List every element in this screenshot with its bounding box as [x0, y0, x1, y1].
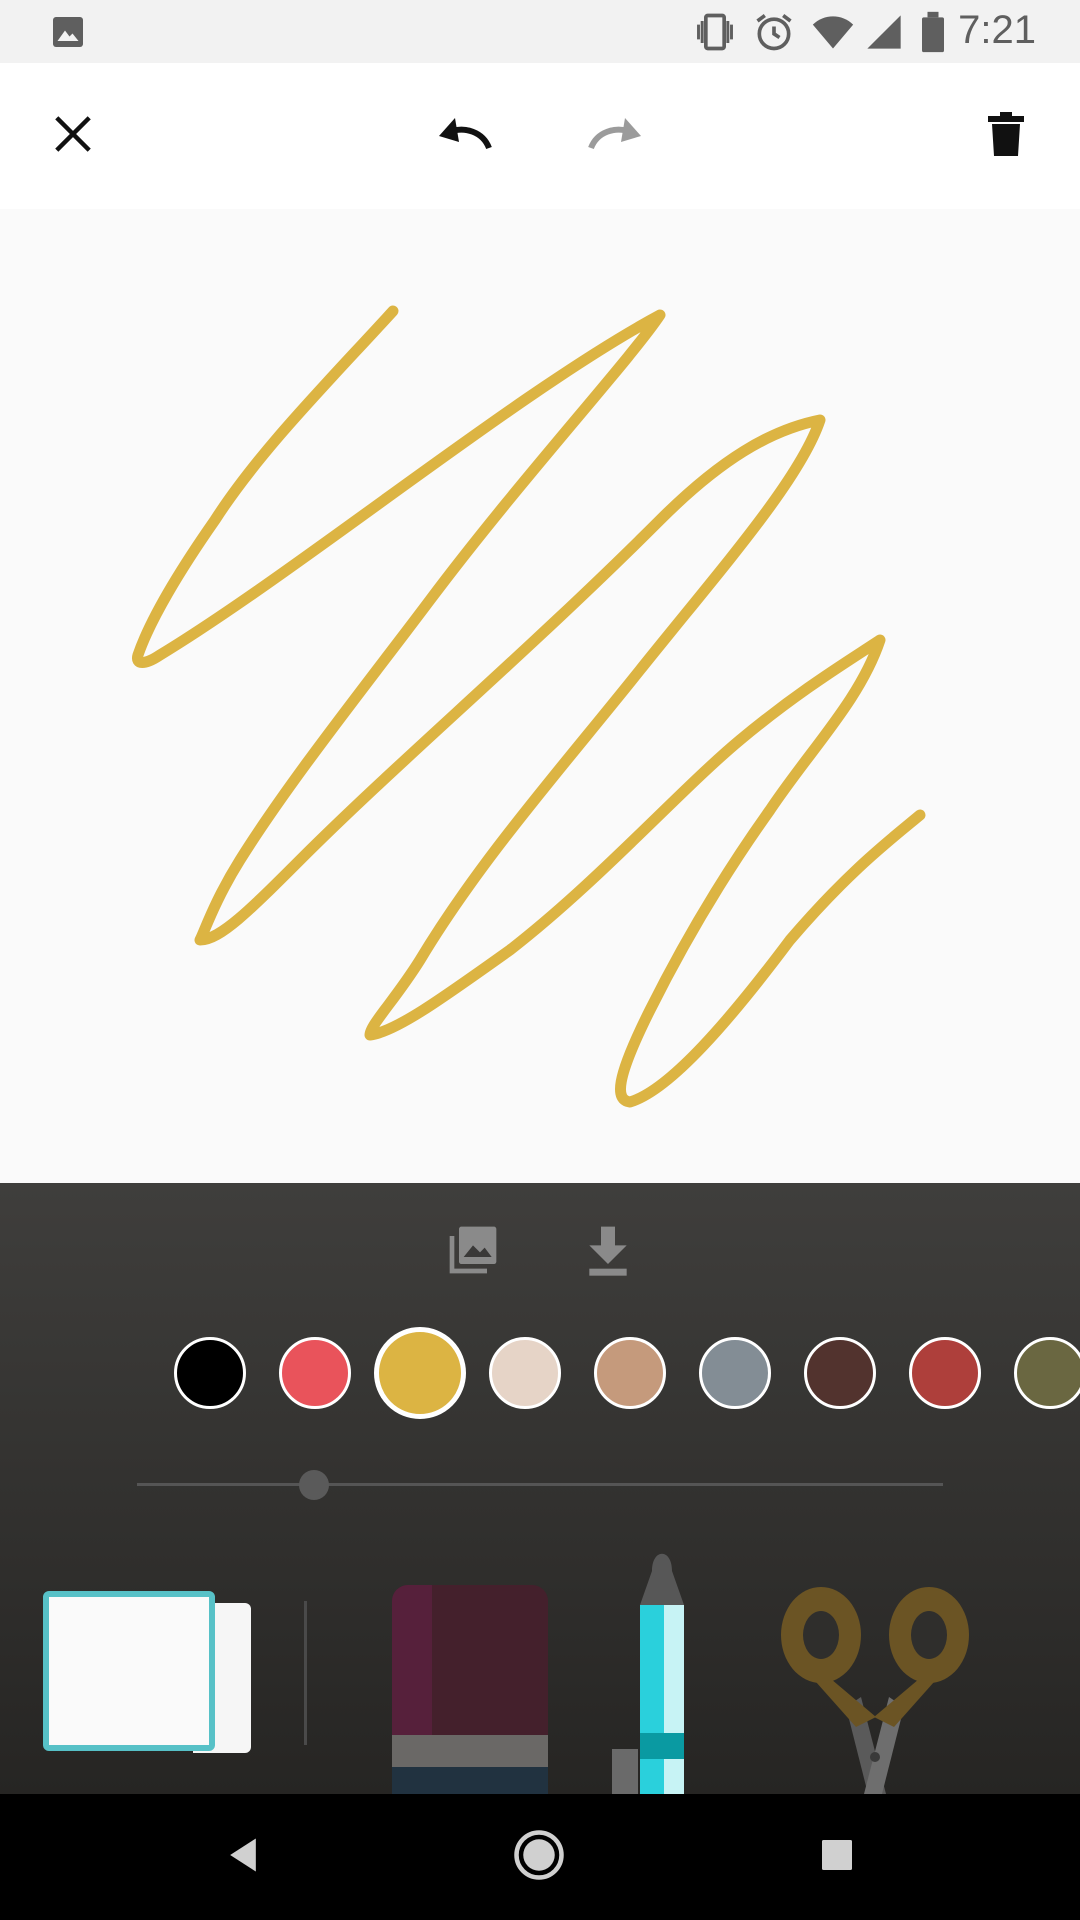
undo-button[interactable]	[432, 103, 498, 169]
add-image-button[interactable]	[438, 1217, 508, 1287]
scissors-tool[interactable]	[776, 1587, 974, 1794]
home-button[interactable]	[506, 1824, 572, 1890]
trash-icon	[986, 110, 1026, 163]
battery-icon	[918, 10, 948, 59]
wifi-icon	[808, 10, 858, 59]
close-icon	[51, 112, 95, 161]
vibrate-icon	[692, 10, 738, 59]
color-swatch[interactable]	[1014, 1337, 1080, 1409]
color-swatch[interactable]	[699, 1337, 771, 1409]
marker-cap	[392, 1767, 548, 1794]
redo-icon	[585, 114, 645, 159]
download-button[interactable]	[573, 1217, 643, 1287]
drawing-canvas[interactable]	[0, 209, 1080, 1183]
brush-size-slider[interactable]	[137, 1483, 943, 1486]
eraser-tool[interactable]	[43, 1591, 261, 1753]
drawing-toolbar	[0, 63, 1080, 209]
back-icon	[221, 1833, 265, 1882]
marker-band	[392, 1735, 548, 1767]
clock-time: 7:21	[958, 8, 1036, 52]
back-button[interactable]	[210, 1824, 276, 1890]
image-notification-icon	[50, 14, 86, 55]
alarm-icon	[752, 10, 796, 59]
color-swatch[interactable]	[374, 1327, 466, 1419]
redo-button[interactable]	[582, 103, 648, 169]
marker-highlight	[392, 1585, 432, 1735]
navigation-bar	[0, 1794, 1080, 1920]
recents-icon	[819, 1837, 855, 1878]
color-swatch[interactable]	[804, 1337, 876, 1409]
scribble-stroke	[132, 305, 926, 1108]
color-swatch[interactable]	[909, 1337, 981, 1409]
download-icon	[584, 1222, 632, 1283]
marker-tool[interactable]	[392, 1585, 548, 1794]
tools-panel	[0, 1183, 1080, 1794]
home-icon	[512, 1828, 566, 1887]
recents-button[interactable]	[804, 1824, 870, 1890]
color-palette	[0, 1323, 1080, 1423]
color-swatch[interactable]	[174, 1337, 246, 1409]
cell-signal-icon	[864, 10, 904, 59]
gallery-icon	[445, 1222, 501, 1283]
status-bar: 7:21	[0, 0, 1080, 63]
scissors-icon	[781, 1587, 969, 1794]
eraser-selected-frame	[43, 1591, 215, 1751]
tool-divider	[304, 1601, 307, 1745]
color-swatch[interactable]	[489, 1337, 561, 1409]
brush-size-slider-thumb[interactable]	[299, 1470, 330, 1500]
close-button[interactable]	[40, 103, 106, 169]
color-swatch[interactable]	[594, 1337, 666, 1409]
pen-icon	[612, 1553, 684, 1794]
pen-tool[interactable]	[612, 1543, 712, 1794]
color-swatch[interactable]	[279, 1337, 351, 1409]
delete-button[interactable]	[973, 103, 1039, 169]
undo-icon	[435, 114, 495, 159]
